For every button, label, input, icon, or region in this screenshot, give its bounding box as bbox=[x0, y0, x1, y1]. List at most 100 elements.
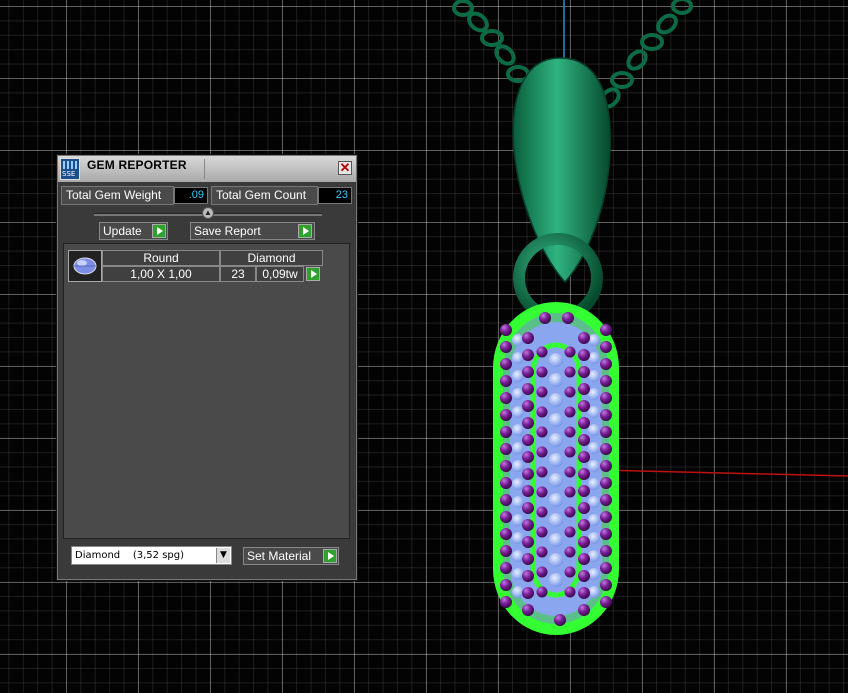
blue-gem bbox=[512, 334, 524, 346]
purple-prong bbox=[564, 346, 576, 358]
purple-prong bbox=[536, 586, 548, 598]
blue-gem bbox=[588, 406, 600, 418]
purple-prong bbox=[600, 596, 612, 608]
purple-prong bbox=[562, 312, 574, 324]
purple-prong bbox=[578, 468, 590, 480]
app-icon-label: SSE bbox=[62, 170, 76, 178]
set-material-button-label: Set Material bbox=[247, 549, 312, 563]
x-axis-line bbox=[599, 469, 848, 477]
purple-prong bbox=[536, 546, 548, 558]
purple-prong bbox=[500, 545, 512, 557]
purple-prong bbox=[522, 451, 534, 463]
purple-prong bbox=[600, 324, 612, 336]
purple-prong bbox=[522, 383, 534, 395]
purple-prong bbox=[600, 426, 612, 438]
material-dropdown-value: Diamond (3,52 spg) bbox=[75, 550, 185, 561]
chevron-down-icon[interactable]: ▼ bbox=[216, 548, 230, 563]
blue-gem bbox=[549, 533, 563, 547]
purple-prong bbox=[536, 486, 548, 498]
set-material-button[interactable]: Set Material bbox=[243, 547, 339, 565]
slider-handle-icon[interactable]: ▲ bbox=[202, 207, 214, 219]
update-button[interactable]: Update bbox=[99, 222, 168, 240]
purple-prong bbox=[522, 332, 534, 344]
purple-prong bbox=[564, 586, 576, 598]
purple-prong bbox=[500, 409, 512, 421]
purple-prong bbox=[564, 466, 576, 478]
purple-prong bbox=[600, 494, 612, 506]
purple-prong bbox=[500, 596, 512, 608]
gem-count-cell[interactable]: 23 bbox=[220, 266, 256, 282]
gem-weight-cell[interactable]: 0,09tw bbox=[256, 266, 304, 282]
purple-prong bbox=[564, 566, 576, 578]
purple-prong bbox=[500, 375, 512, 387]
purple-prong bbox=[522, 417, 534, 429]
blue-gem bbox=[512, 568, 524, 580]
purple-prong bbox=[522, 536, 534, 548]
purple-prong bbox=[578, 332, 590, 344]
purple-prong bbox=[600, 409, 612, 421]
material-dropdown[interactable]: Diamond (3,52 spg) ▼ bbox=[71, 546, 232, 565]
purple-prong bbox=[578, 570, 590, 582]
purple-prong bbox=[578, 417, 590, 429]
gem-reporter-panel: SSE GEM REPORTER ✕ Total Gem Weight .09 … bbox=[57, 155, 357, 580]
blue-gem bbox=[588, 460, 600, 472]
save-report-button-label: Save Report bbox=[194, 224, 261, 238]
purple-prong bbox=[536, 366, 548, 378]
blue-gem bbox=[549, 453, 563, 467]
blue-gem bbox=[549, 413, 563, 427]
blue-gem bbox=[588, 496, 600, 508]
blue-gem bbox=[549, 353, 563, 367]
blue-gem bbox=[512, 496, 524, 508]
purple-prong bbox=[522, 587, 534, 599]
purple-prong bbox=[600, 562, 612, 574]
purple-prong bbox=[578, 553, 590, 565]
purple-prong bbox=[500, 579, 512, 591]
blue-gem bbox=[512, 460, 524, 472]
play-arrow-icon bbox=[152, 224, 166, 238]
purple-prong bbox=[578, 383, 590, 395]
gem-size-cell[interactable]: 1,00 X 1,00 bbox=[102, 266, 220, 282]
purple-prong bbox=[500, 494, 512, 506]
close-icon[interactable]: ✕ bbox=[338, 161, 352, 175]
total-gem-weight-value: .09 bbox=[174, 187, 208, 204]
purple-prong bbox=[578, 536, 590, 548]
blue-gem bbox=[549, 373, 563, 387]
blue-gem bbox=[549, 553, 563, 567]
gem-list[interactable]: Round Diamond 1,00 X 1,00 23 0,09tw bbox=[63, 243, 350, 539]
table-header-material: Diamond bbox=[220, 250, 323, 266]
blue-gem bbox=[549, 513, 563, 527]
purple-prong bbox=[600, 443, 612, 455]
round-gem-icon[interactable] bbox=[68, 250, 102, 282]
purple-prong bbox=[522, 485, 534, 497]
title-divider bbox=[204, 159, 205, 179]
purple-prong bbox=[522, 519, 534, 531]
purple-prong bbox=[564, 406, 576, 418]
purple-prong bbox=[536, 346, 548, 358]
purple-prong bbox=[500, 443, 512, 455]
purple-prong bbox=[500, 358, 512, 370]
purple-prong bbox=[564, 526, 576, 538]
row-select-arrow-icon[interactable] bbox=[306, 267, 320, 281]
play-arrow-icon bbox=[323, 549, 337, 563]
play-arrow-icon bbox=[298, 224, 312, 238]
purple-prong bbox=[500, 460, 512, 472]
purple-prong bbox=[578, 604, 590, 616]
purple-prong bbox=[522, 570, 534, 582]
purple-prong bbox=[500, 324, 512, 336]
purple-prong bbox=[500, 392, 512, 404]
purple-prong bbox=[522, 468, 534, 480]
blue-gem bbox=[512, 442, 524, 454]
save-report-button[interactable]: Save Report bbox=[190, 222, 315, 240]
purple-prong bbox=[536, 526, 548, 538]
purple-prong bbox=[578, 485, 590, 497]
purple-prong bbox=[536, 446, 548, 458]
table-header-shape: Round bbox=[102, 250, 220, 266]
purple-prong bbox=[600, 375, 612, 387]
total-gem-weight-label: Total Gem Weight bbox=[61, 186, 174, 205]
total-gem-count-label: Total Gem Count bbox=[211, 186, 318, 205]
purple-prong bbox=[564, 386, 576, 398]
purple-prong bbox=[600, 341, 612, 353]
blue-gem bbox=[512, 424, 524, 436]
titlebar[interactable]: SSE GEM REPORTER ✕ bbox=[58, 156, 356, 182]
blue-gem bbox=[512, 478, 524, 490]
